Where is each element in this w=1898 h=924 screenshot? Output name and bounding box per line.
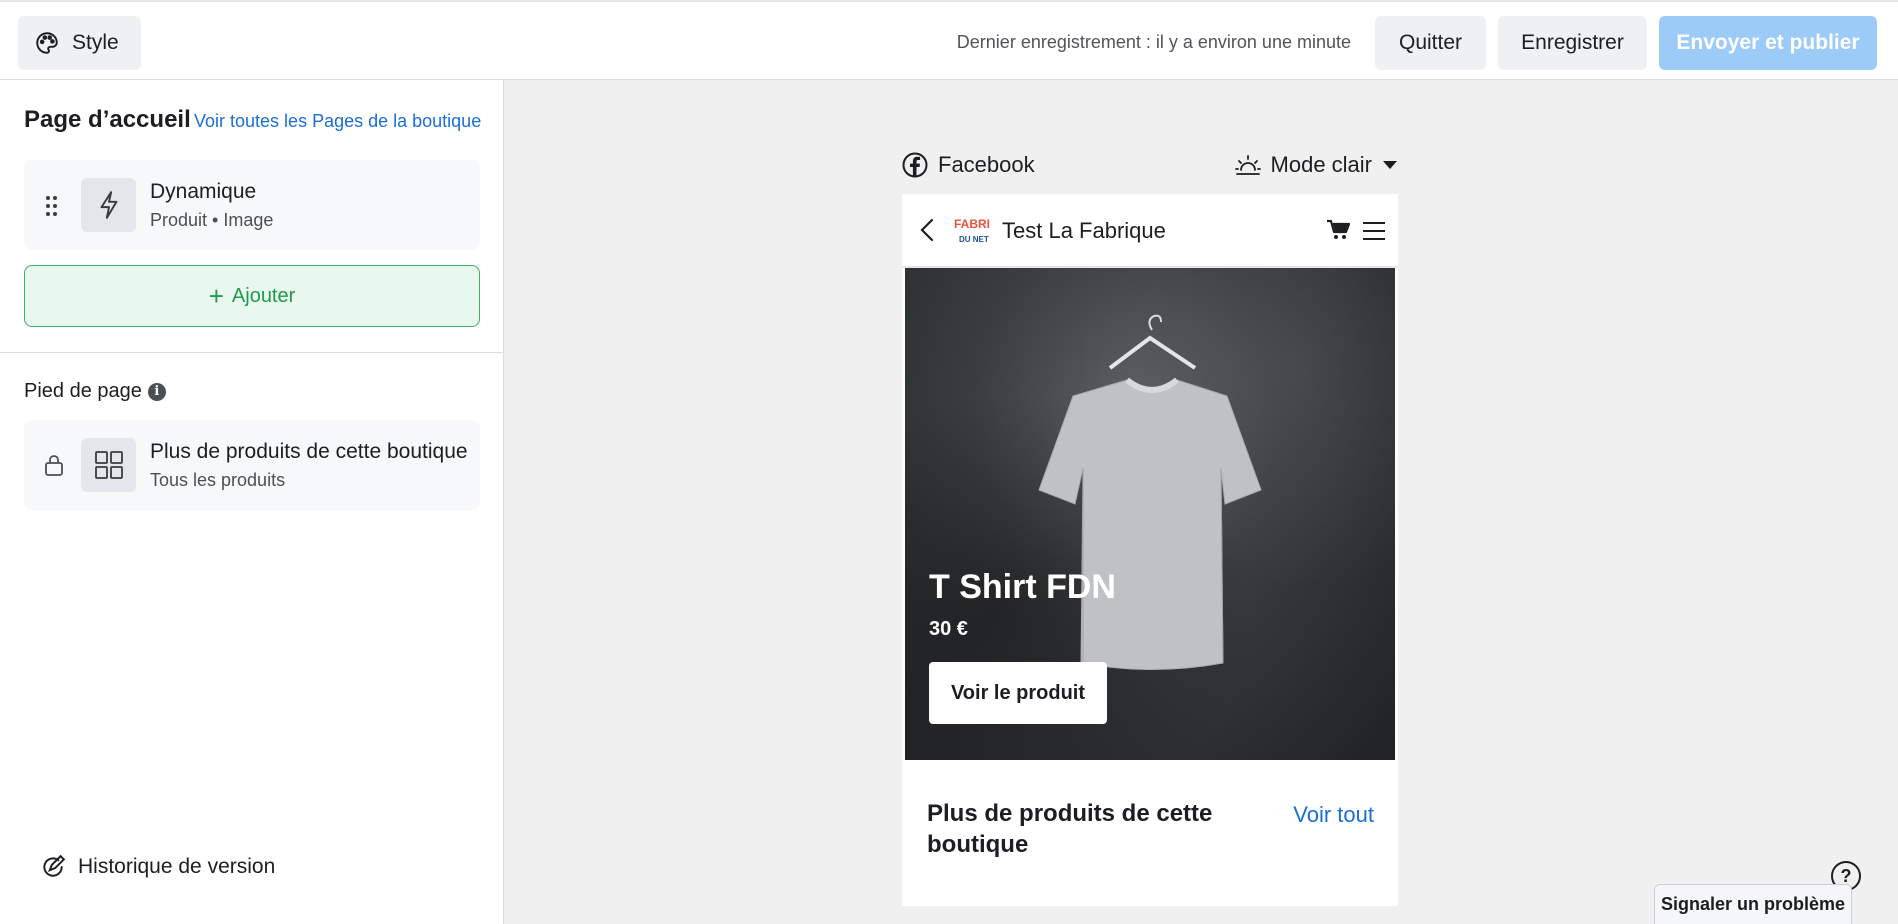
style-label: Style [72,31,119,54]
cart-icon[interactable] [1326,219,1350,241]
quit-button[interactable]: Quitter [1375,16,1486,70]
theme-mode-dropdown[interactable]: Mode clair [1234,152,1398,178]
section-card-more-products[interactable]: Plus de produits de cette boutique Tous … [24,420,480,510]
section-subtitle: Produit • Image [150,210,274,230]
section-title: Dynamique [150,180,257,203]
view-product-button[interactable]: Voir le produit [929,662,1107,724]
version-history-button[interactable]: Historique de version [40,854,275,880]
home-page-title: Page d’accueil [24,106,191,133]
product-price: 30 € [929,618,968,640]
section-title: Plus de produits de cette boutique [150,440,468,463]
shop-header: FABRI DU NET Test La Fabrique [902,194,1398,268]
svg-text:DU NET: DU NET [959,235,989,244]
info-icon[interactable]: i [147,382,166,401]
report-problem-button[interactable]: Signaler un problème [1654,884,1852,924]
drag-handle-icon[interactable] [46,196,58,216]
footer-section-heading: Pied de page i [24,380,166,403]
product-title: T Shirt FDN [929,568,1116,606]
palette-icon [36,32,58,54]
see-all-pages-link[interactable]: Voir toutes les Pages de la boutique [194,111,481,132]
shop-name: Test La Fabrique [1002,218,1166,243]
style-button[interactable]: Style [18,16,141,70]
facebook-icon [902,152,928,178]
top-bar: Style Dernier enregistrement : il y a en… [0,0,1898,80]
svg-text:FABRI: FABRI [954,217,990,231]
footer-title: Pied de page [24,380,142,402]
plus-icon: + [208,281,224,311]
lock-icon [45,455,63,476]
save-button[interactable]: Enregistrer [1498,16,1647,70]
editor-sidebar: Page d’accueil Voir toutes les Pages de … [0,80,504,924]
section-subtitle: Tous les produits [150,470,286,490]
last-saved-status: Dernier enregistrement : il y a environ … [956,32,1351,52]
grid-icon [81,438,136,492]
more-products-heading: Plus de produits de cette boutique [927,800,1213,858]
history-label: Historique de version [78,855,276,878]
menu-icon[interactable] [1362,221,1386,241]
publish-button[interactable]: Envoyer et publier [1659,16,1877,70]
platform-indicator: Facebook [902,152,1035,178]
back-arrow-icon[interactable] [920,218,934,242]
history-icon [43,854,66,877]
see-all-link[interactable]: Voir tout [1293,802,1374,828]
add-section-button[interactable]: + Ajouter [24,265,480,327]
section-card-dynamic[interactable]: Dynamique Produit • Image [24,160,480,250]
hero-banner: T Shirt FDN 30 € Voir le produit [905,268,1395,760]
caret-down-icon [1383,161,1397,169]
divider [0,352,504,353]
sun-icon [1234,155,1261,175]
lightning-icon [81,178,136,232]
mode-label: Mode clair [1270,152,1372,177]
platform-label: Facebook [938,152,1035,177]
preview-toolbar: Facebook Mode clair [902,152,1398,182]
add-label: Ajouter [231,284,296,307]
shop-logo: FABRI DU NET [954,217,990,244]
shop-preview: FABRI DU NET Test La Fabrique T Shirt FD… [902,194,1398,906]
